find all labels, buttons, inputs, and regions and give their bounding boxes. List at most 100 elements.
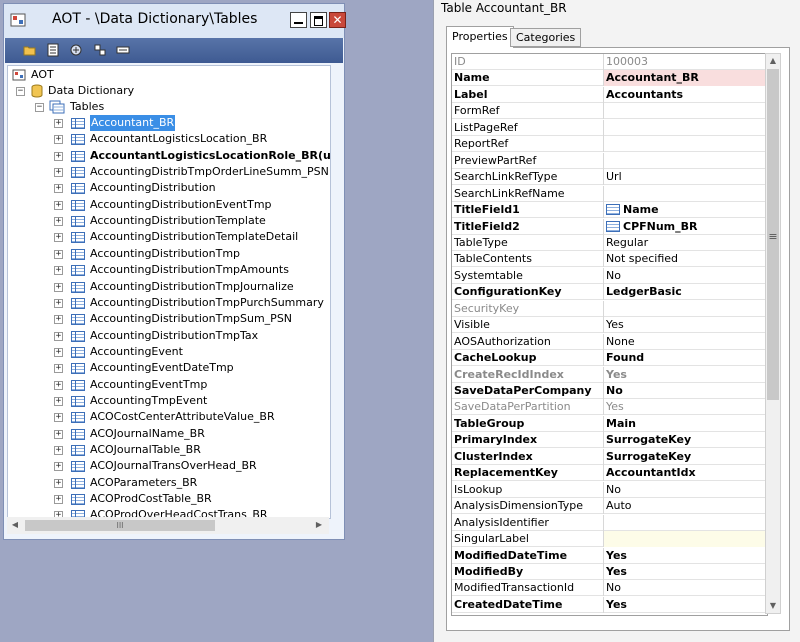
expand-icon[interactable]: + — [54, 217, 63, 227]
expand-icon[interactable]: + — [54, 298, 63, 308]
property-value[interactable] — [604, 186, 767, 202]
property-value[interactable]: Yes — [604, 317, 767, 333]
property-value[interactable]: Regular — [604, 235, 767, 251]
property-row[interactable]: FormRef — [452, 103, 767, 120]
property-value[interactable]: SurrogateKey — [604, 432, 767, 448]
expand-icon[interactable]: + — [54, 347, 63, 357]
property-row[interactable]: AOSAuthorization None — [452, 333, 767, 350]
property-row[interactable]: TitleField2 CPFNum_BR — [452, 218, 767, 235]
property-row[interactable]: ID 100003 — [452, 54, 767, 70]
table-list-item[interactable]: + AccountingEvent — [54, 344, 330, 360]
toolbar-options-icon[interactable] — [116, 43, 130, 57]
expand-icon[interactable]: + — [54, 396, 63, 406]
table-list-item[interactable]: + AccountingDistribution — [54, 180, 330, 196]
table-list-item[interactable]: + AccountingDistributionTmpAmounts — [54, 262, 330, 278]
table-list-item[interactable]: + ACOProdCostTable_BR — [54, 491, 330, 507]
open-folder-icon[interactable] — [23, 43, 37, 57]
expand-icon[interactable]: + — [54, 266, 63, 276]
property-row[interactable]: SecurityKey — [452, 300, 767, 317]
tree-horizontal-scrollbar[interactable]: ◀ III ▶ — [7, 517, 329, 534]
expand-icon[interactable]: + — [54, 380, 63, 390]
table-list-item[interactable]: + AccountingDistributionTmpPurchSummary — [54, 295, 330, 311]
expand-icon[interactable]: + — [54, 168, 63, 178]
expand-icon[interactable]: + — [54, 200, 63, 210]
table-list-item[interactable]: + ACOJournalName_BR — [54, 426, 330, 442]
property-row[interactable]: CacheLookup Found — [452, 350, 767, 367]
property-value[interactable]: Yes — [604, 399, 767, 415]
scroll-right-icon[interactable]: ▶ — [313, 520, 325, 529]
table-list-item[interactable]: + AccountingDistributionTemplate — [54, 213, 330, 229]
expand-icon[interactable]: + — [54, 446, 63, 455]
property-row[interactable]: SearchLinkRefName — [452, 185, 767, 202]
property-row[interactable]: IsLookup No — [452, 481, 767, 498]
property-row[interactable]: ReportRef — [452, 136, 767, 153]
expand-icon[interactable]: + — [54, 184, 63, 194]
table-list-item[interactable]: + AccountingEventTmp — [54, 377, 330, 393]
property-row[interactable]: Label Accountants — [452, 86, 767, 103]
property-grid-scrollbar[interactable]: ▲ ≡ ▼ — [765, 53, 781, 614]
property-row[interactable]: SaveDataPerPartition Yes — [452, 399, 767, 416]
table-list-item[interactable]: + AccountingDistributionTmpSum_PSN — [54, 311, 330, 327]
property-row[interactable]: CreatedDateTime Yes — [452, 596, 767, 613]
property-row[interactable]: TableContents Not specified — [452, 251, 767, 268]
property-row[interactable]: AnalysisDimensionType Auto — [452, 498, 767, 515]
property-value[interactable] — [604, 120, 767, 136]
table-list-item[interactable]: + ACOJournalTable_BR — [54, 442, 330, 458]
property-row[interactable]: PrimaryIndex SurrogateKey — [452, 432, 767, 449]
property-row[interactable]: ClusterIndex SurrogateKey — [452, 448, 767, 465]
close-button[interactable]: ✕ — [329, 12, 346, 28]
table-list-item[interactable]: + AccountingEventDateTmp — [54, 360, 330, 376]
expand-icon[interactable]: + — [54, 478, 63, 488]
minimize-button[interactable] — [290, 12, 307, 28]
property-value[interactable]: Yes — [604, 548, 767, 564]
property-value[interactable]: Yes — [604, 564, 767, 580]
scroll-up-icon[interactable]: ▲ — [766, 56, 780, 65]
expand-icon[interactable]: + — [54, 315, 63, 325]
aot-title-bar[interactable]: AOT - \Data Dictionary\Tables ✕ — [4, 4, 346, 38]
property-row[interactable]: ModifiedBy Yes — [452, 563, 767, 580]
table-list-item[interactable]: + AccountingDistributionEventTmp — [54, 197, 330, 213]
table-list-item[interactable]: + ACOCostCenterAttributeValue_BR — [54, 409, 330, 425]
property-value[interactable]: Yes — [604, 597, 767, 613]
property-row[interactable]: AnalysisIdentifier — [452, 514, 767, 531]
expand-icon[interactable]: + — [54, 135, 63, 145]
property-value[interactable]: No — [604, 482, 767, 498]
property-row[interactable]: PreviewPartRef — [452, 152, 767, 169]
property-value[interactable] — [604, 515, 767, 531]
property-row[interactable]: ModifiedDateTime Yes — [452, 547, 767, 564]
maximize-button[interactable] — [310, 12, 327, 28]
expand-icon[interactable]: + — [54, 249, 63, 259]
scroll-up-icon[interactable]: ▲ — [330, 68, 331, 77]
property-value[interactable]: Auto — [604, 498, 767, 514]
property-row[interactable]: ModifiedTransactionId No — [452, 580, 767, 597]
property-row[interactable]: TableType Regular — [452, 234, 767, 251]
table-list-item[interactable]: + AccountantLogisticsLocation_BR — [54, 131, 330, 147]
import-icon[interactable] — [93, 43, 107, 57]
property-value[interactable]: Name — [604, 202, 767, 218]
property-row[interactable]: SingularLabel — [452, 531, 767, 548]
property-row[interactable]: Visible Yes — [452, 317, 767, 334]
collapse-icon[interactable]: − — [35, 103, 44, 112]
property-row[interactable]: Systemtable No — [452, 267, 767, 284]
tree-tables[interactable]: − Tables — [35, 99, 235, 115]
property-value[interactable] — [604, 136, 767, 152]
property-value[interactable]: Accountants — [604, 87, 767, 103]
property-row[interactable]: ReplacementKey AccountantIdx — [452, 465, 767, 482]
expand-icon[interactable]: + — [54, 429, 63, 439]
expand-icon[interactable]: + — [54, 331, 63, 341]
collapse-icon[interactable]: − — [16, 87, 25, 96]
property-value[interactable]: None — [604, 334, 767, 350]
property-value[interactable]: SurrogateKey — [604, 449, 767, 465]
expand-icon[interactable]: + — [54, 413, 63, 423]
property-value[interactable]: Found — [604, 350, 767, 366]
property-row[interactable]: SearchLinkRefType Url — [452, 169, 767, 186]
table-list-item[interactable]: + AccountingDistribTmpOrderLineSumm_PSN — [54, 164, 330, 180]
property-value[interactable]: No — [604, 268, 767, 284]
property-value[interactable] — [604, 103, 767, 119]
expand-icon[interactable]: + — [54, 233, 63, 243]
scroll-down-icon[interactable]: ▼ — [330, 489, 331, 498]
tree-vertical-scrollbar[interactable]: ▲ ▼ — [330, 66, 331, 501]
tab-categories[interactable]: Categories — [510, 28, 582, 47]
property-value[interactable] — [604, 153, 767, 169]
property-row[interactable]: TableGroup Main — [452, 415, 767, 432]
